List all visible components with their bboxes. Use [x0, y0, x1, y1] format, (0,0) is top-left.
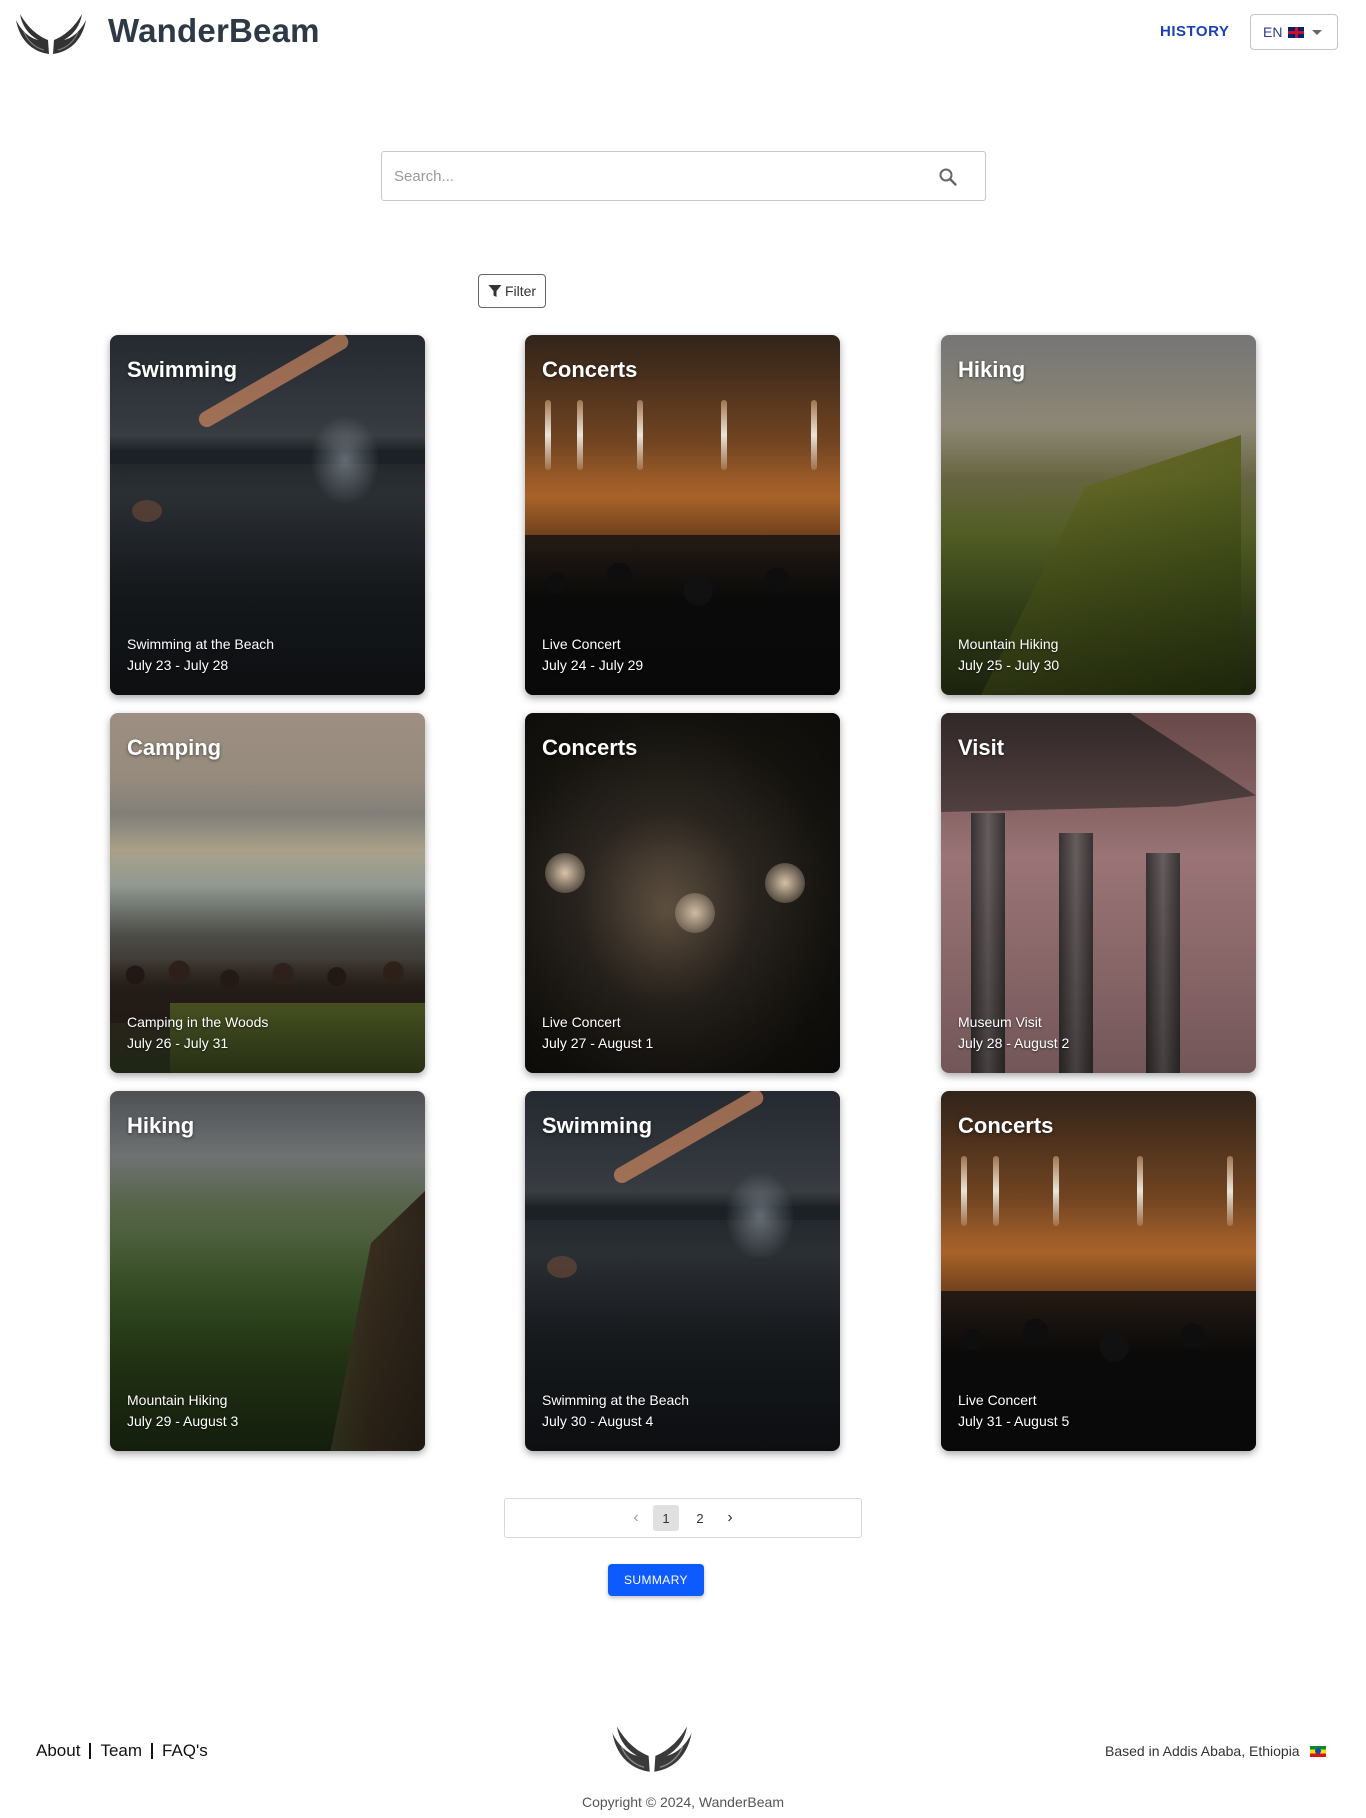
- card-title: Museum Visit: [958, 1014, 1042, 1030]
- footer-link-faqs[interactable]: FAQ's: [162, 1741, 208, 1761]
- card-title: Live Concert: [542, 1014, 621, 1030]
- location-text: Based in Addis Ababa, Ethiopia: [1105, 1743, 1300, 1759]
- card-title: Live Concert: [542, 636, 621, 652]
- event-card[interactable]: Swimming Swimming at the Beach July 23 -…: [110, 335, 425, 695]
- footer-links: About Team FAQ's: [36, 1741, 208, 1761]
- event-card[interactable]: Concerts Live Concert July 31 - August 5: [941, 1091, 1256, 1451]
- divider: [89, 1743, 92, 1759]
- uk-flag-icon: [1288, 26, 1305, 38]
- event-card[interactable]: Visit Museum Visit July 28 - August 2: [941, 713, 1256, 1073]
- event-card[interactable]: Camping Camping in the Woods July 26 - J…: [110, 713, 425, 1073]
- pagination: ‹ 1 2 ›: [504, 1498, 862, 1538]
- footer-link-team[interactable]: Team: [100, 1741, 142, 1761]
- copyright: Copyright © 2024, WanderBeam: [581, 1794, 784, 1810]
- footer-link-about[interactable]: About: [36, 1741, 80, 1761]
- card-dates: July 26 - July 31: [127, 1035, 229, 1051]
- event-card[interactable]: Hiking Mountain Hiking July 29 - August …: [110, 1091, 425, 1451]
- card-dates: July 30 - August 4: [542, 1413, 654, 1429]
- summary-button[interactable]: SUMMARY: [608, 1564, 704, 1596]
- card-title: Live Concert: [958, 1392, 1037, 1408]
- card-category: Hiking: [127, 1113, 195, 1138]
- card-category: Swimming: [542, 1113, 653, 1138]
- card-dates: July 25 - July 30: [958, 657, 1060, 673]
- card-category: Concerts: [542, 357, 638, 382]
- card-category: Visit: [958, 735, 1005, 760]
- brand-name[interactable]: WanderBeam: [108, 12, 320, 50]
- language-code: EN: [1263, 24, 1283, 40]
- page-button-2[interactable]: 2: [687, 1505, 713, 1531]
- event-card[interactable]: Hiking Mountain Hiking July 25 - July 30: [941, 335, 1256, 695]
- card-title: Mountain Hiking: [958, 636, 1059, 652]
- search-icon[interactable]: [938, 167, 958, 187]
- card-dates: July 29 - August 3: [127, 1413, 239, 1429]
- card-dates: July 31 - August 5: [958, 1413, 1070, 1429]
- card-category: Camping: [127, 735, 222, 760]
- footer-location: Based in Addis Ababa, Ethiopia: [1105, 1743, 1326, 1759]
- card-title: Swimming at the Beach: [542, 1392, 690, 1408]
- card-category: Hiking: [958, 357, 1026, 382]
- search-input[interactable]: [382, 152, 922, 200]
- language-select[interactable]: EN: [1250, 14, 1338, 50]
- event-card[interactable]: Concerts Live Concert July 24 - July 29: [525, 335, 840, 695]
- filter-icon: [488, 285, 502, 297]
- header: WanderBeam HISTORY EN: [0, 0, 1366, 64]
- card-dates: July 23 - July 28: [127, 657, 229, 673]
- chevron-left-icon[interactable]: ‹: [623, 1505, 649, 1531]
- event-card[interactable]: Concerts Live Concert July 27 - August 1: [525, 713, 840, 1073]
- chevron-right-icon[interactable]: ›: [717, 1505, 743, 1531]
- filter-button[interactable]: Filter: [478, 274, 546, 308]
- caret-down-icon: [1312, 29, 1323, 35]
- divider: [151, 1743, 154, 1759]
- card-dates: July 24 - July 29: [542, 657, 644, 673]
- card-dates: July 28 - August 2: [958, 1035, 1070, 1051]
- card-category: Concerts: [542, 735, 638, 760]
- wings-logo-icon[interactable]: [14, 10, 88, 56]
- event-card[interactable]: Swimming Swimming at the Beach July 30 -…: [525, 1091, 840, 1451]
- history-link[interactable]: HISTORY: [1160, 23, 1229, 40]
- ethiopia-flag-icon: [1309, 1745, 1326, 1757]
- card-category: Swimming: [127, 357, 238, 382]
- page-button-1[interactable]: 1: [653, 1505, 679, 1531]
- search-box: [381, 151, 986, 201]
- card-category: Concerts: [958, 1113, 1054, 1138]
- card-title: Swimming at the Beach: [127, 636, 275, 652]
- filter-label: Filter: [504, 283, 537, 299]
- wings-logo-icon: [612, 1726, 692, 1772]
- card-dates: July 27 - August 1: [542, 1035, 654, 1051]
- card-title: Mountain Hiking: [127, 1392, 228, 1408]
- card-title: Camping in the Woods: [127, 1014, 269, 1030]
